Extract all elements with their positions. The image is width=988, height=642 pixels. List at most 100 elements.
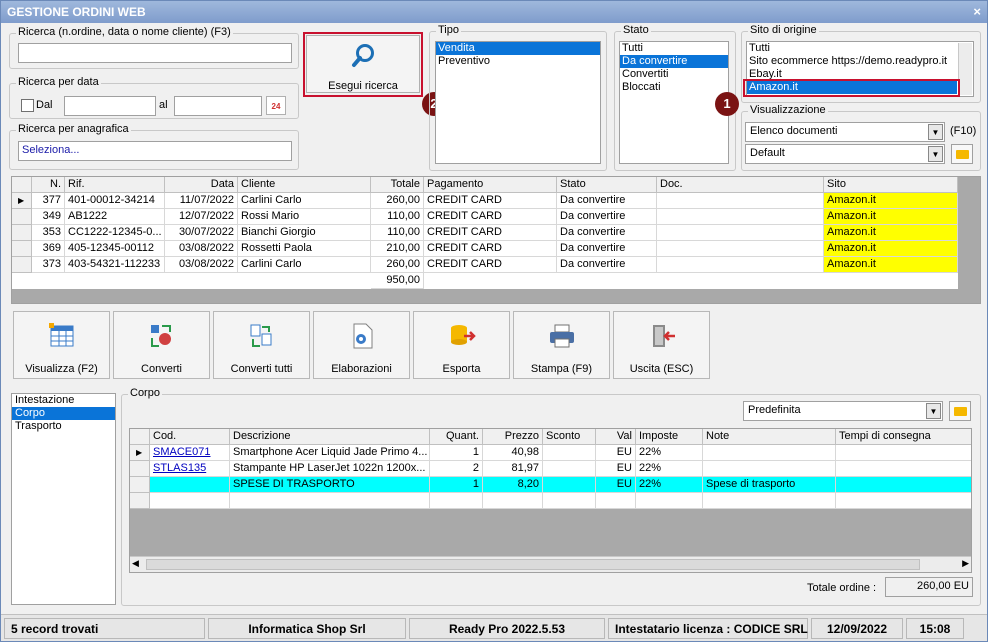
chevron-right-icon[interactable]: ▶ xyxy=(962,558,969,569)
order-cell-n[interactable]: 369 xyxy=(32,241,65,257)
corpo-cell-val[interactable]: EU xyxy=(596,461,636,477)
order-cell-totale[interactable]: 210,00 xyxy=(371,241,424,257)
order-cell-doc[interactable] xyxy=(657,225,824,241)
col-data[interactable]: Data xyxy=(165,177,238,193)
dal-checkbox[interactable] xyxy=(21,99,34,112)
corpo-cell-sconto[interactable] xyxy=(543,477,596,493)
order-cell-rif[interactable]: 405-12345-00112 xyxy=(65,241,165,257)
corpo-cell-imposte[interactable]: 22% xyxy=(636,461,703,477)
row-indicator[interactable] xyxy=(130,477,150,493)
corpo-cell-tempi[interactable] xyxy=(836,477,971,493)
order-cell-pagamento[interactable]: CREDIT CARD xyxy=(424,225,557,241)
corpo-cell-note[interactable]: Spese di trasporto xyxy=(703,477,836,493)
order-cell-n[interactable]: 353 xyxy=(32,225,65,241)
order-cell-rif[interactable]: 401-00012-34214 xyxy=(65,193,165,209)
order-cell-pagamento[interactable]: CREDIT CARD xyxy=(424,241,557,257)
stampa-button[interactable]: Stampa (F9) xyxy=(513,311,610,379)
col-pagamento[interactable]: Pagamento xyxy=(424,177,557,193)
corpo-empty-cell[interactable] xyxy=(430,493,483,509)
corpo-empty-cell[interactable] xyxy=(483,493,543,509)
corpo-empty-cell[interactable] xyxy=(230,493,430,509)
col-n[interactable]: N. xyxy=(32,177,65,193)
order-cell-doc[interactable] xyxy=(657,257,824,273)
order-cell-pagamento[interactable]: CREDIT CARD xyxy=(424,193,557,209)
order-cell-stato[interactable]: Da convertire xyxy=(557,241,657,257)
order-cell-sito[interactable]: Amazon.it xyxy=(824,209,958,225)
corpo-cell-tempi[interactable] xyxy=(836,461,971,477)
chevron-left-icon[interactable]: ◀ xyxy=(132,558,139,569)
stato-item-da-convertire[interactable]: Da convertire xyxy=(620,55,728,68)
col-doc[interactable]: Doc. xyxy=(657,177,824,193)
corpo-cell-descrizione[interactable]: Stampante HP LaserJet 1022n 1200x... xyxy=(230,461,430,477)
section-item-intestazione[interactable]: Intestazione xyxy=(12,394,115,407)
corpo-cell-note[interactable] xyxy=(703,461,836,477)
corpo-empty-cell[interactable] xyxy=(836,493,971,509)
col-note[interactable]: Note xyxy=(703,429,836,445)
order-cell-cliente[interactable]: Carlini Carlo xyxy=(238,257,371,273)
col-imposte[interactable]: Imposte xyxy=(636,429,703,445)
chevron-down-icon[interactable]: ▼ xyxy=(928,124,943,140)
corpo-cell-cod[interactable]: STLAS135 xyxy=(150,461,230,477)
order-cell-data[interactable]: 12/07/2022 xyxy=(165,209,238,225)
col-totale[interactable]: Totale xyxy=(371,177,424,193)
col-sconto[interactable]: Sconto xyxy=(543,429,596,445)
section-item-corpo[interactable]: Corpo xyxy=(12,407,115,420)
col-cod[interactable]: Cod. xyxy=(150,429,230,445)
order-cell-data[interactable]: 03/08/2022 xyxy=(165,257,238,273)
row-indicator[interactable] xyxy=(12,209,32,225)
corpo-cell-cod[interactable] xyxy=(150,477,230,493)
order-cell-sito[interactable]: Amazon.it xyxy=(824,225,958,241)
corpo-cell-imposte[interactable]: 22% xyxy=(636,477,703,493)
elaborazioni-button[interactable]: Elaborazioni xyxy=(313,311,410,379)
stato-item-convertiti[interactable]: Convertiti xyxy=(620,68,728,81)
product-code-link[interactable]: SMACE071 xyxy=(153,446,210,458)
search-input[interactable] xyxy=(18,43,292,63)
sito-item-ecommerce[interactable]: Sito ecommerce https://demo.readypro.it xyxy=(747,55,973,68)
corpo-cell-quant[interactable]: 1 xyxy=(430,477,483,493)
order-cell-sito[interactable]: Amazon.it xyxy=(824,257,958,273)
sito-item-tutti[interactable]: Tutti xyxy=(747,42,973,55)
order-cell-pagamento[interactable]: CREDIT CARD xyxy=(424,209,557,225)
corpo-cell-val[interactable]: EU xyxy=(596,477,636,493)
order-cell-n[interactable]: 377 xyxy=(32,193,65,209)
order-cell-doc[interactable] xyxy=(657,193,824,209)
sito-scrollbar[interactable] xyxy=(958,43,972,95)
anagrafica-input[interactable]: Seleziona... xyxy=(18,141,292,161)
order-cell-rif[interactable]: AB1222 xyxy=(65,209,165,225)
order-cell-stato[interactable]: Da convertire xyxy=(557,209,657,225)
order-cell-n[interactable]: 349 xyxy=(32,209,65,225)
order-cell-stato[interactable]: Da convertire xyxy=(557,225,657,241)
converti-button[interactable]: Converti xyxy=(113,311,210,379)
col-tempi[interactable]: Tempi di consegna xyxy=(836,429,971,445)
stato-item-bloccati[interactable]: Bloccati xyxy=(620,81,728,94)
order-cell-doc[interactable] xyxy=(657,209,824,225)
tipo-item-preventivo[interactable]: Preventivo xyxy=(436,55,600,68)
order-cell-totale[interactable]: 110,00 xyxy=(371,209,424,225)
esporta-button[interactable]: Esporta xyxy=(413,311,510,379)
stato-item-tutti[interactable]: Tutti xyxy=(620,42,728,55)
col-stato[interactable]: Stato xyxy=(557,177,657,193)
order-cell-cliente[interactable]: Bianchi Giorgio xyxy=(238,225,371,241)
order-cell-totale[interactable]: 110,00 xyxy=(371,225,424,241)
chevron-down-icon[interactable]: ▼ xyxy=(928,146,943,162)
order-cell-n[interactable]: 373 xyxy=(32,257,65,273)
corpo-horizontal-scrollbar[interactable]: ◀ ▶ xyxy=(130,556,971,572)
corpo-cell-tempi[interactable] xyxy=(836,445,971,461)
order-cell-stato[interactable]: Da convertire xyxy=(557,193,657,209)
corpo-view-select[interactable]: Predefinita ▼ xyxy=(743,401,943,421)
row-indicator[interactable]: ▶ xyxy=(12,193,32,209)
folder-icon[interactable] xyxy=(949,401,971,421)
order-cell-stato[interactable]: Da convertire xyxy=(557,257,657,273)
col-sito[interactable]: Sito xyxy=(824,177,958,193)
tipo-item-vendita[interactable]: Vendita xyxy=(436,42,600,55)
order-cell-totale[interactable]: 260,00 xyxy=(371,257,424,273)
corpo-empty-cell[interactable] xyxy=(543,493,596,509)
section-item-trasporto[interactable]: Trasporto xyxy=(12,420,115,433)
order-cell-sito[interactable]: Amazon.it xyxy=(824,193,958,209)
chevron-down-icon[interactable]: ▼ xyxy=(926,403,941,419)
corpo-empty-cell[interactable] xyxy=(150,493,230,509)
date-from-input[interactable] xyxy=(64,96,156,116)
corpo-cell-sconto[interactable] xyxy=(543,461,596,477)
corpo-cell-sconto[interactable] xyxy=(543,445,596,461)
view-mode-select[interactable]: Elenco documenti ▼ xyxy=(745,122,945,142)
